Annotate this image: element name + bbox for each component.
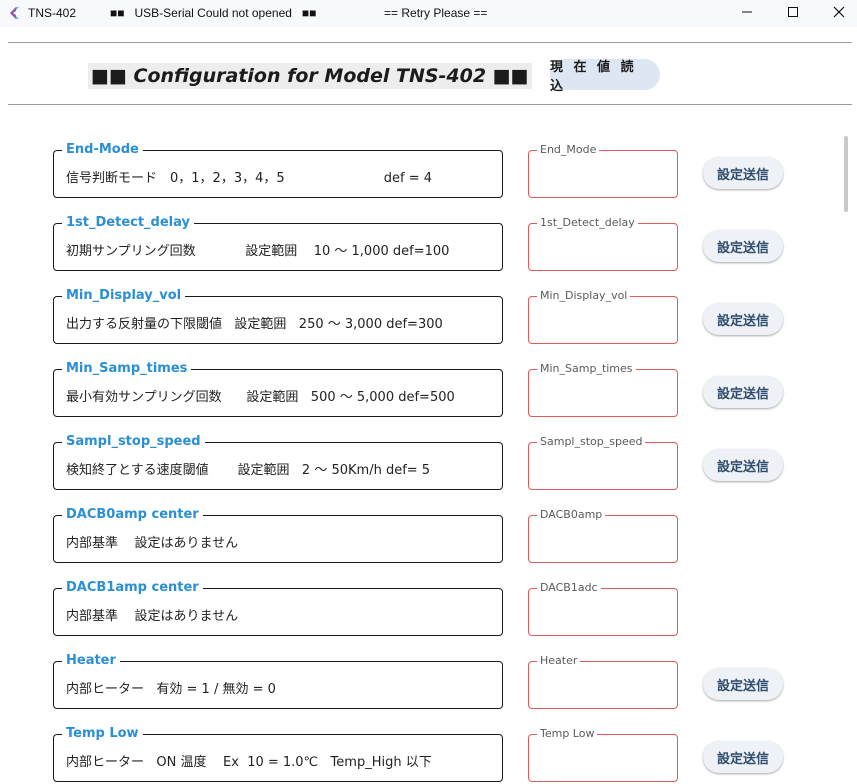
minimize-icon bbox=[741, 6, 753, 21]
parameter-row: End-Mode 信号判断モード 0，1，2，3，4，5 def = 4 End… bbox=[0, 130, 840, 203]
value-input[interactable] bbox=[535, 676, 673, 702]
value-field-label: Heater bbox=[537, 654, 581, 668]
send-setting-button[interactable]: 設定送信 bbox=[703, 376, 783, 408]
parameter-row: Heater 内部ヒーター 有効 = 1 / 無効 = 0 Heater 設定送… bbox=[0, 641, 840, 714]
parameter-title: Min_Samp_times bbox=[62, 361, 192, 377]
value-input[interactable] bbox=[535, 238, 673, 264]
value-field-label: Temp Low bbox=[537, 727, 598, 741]
send-setting-button[interactable]: 設定送信 bbox=[703, 230, 783, 262]
parameter-value-field[interactable]: DACB0amp bbox=[528, 508, 678, 563]
value-input[interactable] bbox=[535, 165, 673, 191]
parameter-description: 初期サンプリング回数 設定範囲 10 〜 1,000 def=100 bbox=[66, 244, 450, 259]
parameter-description: 出力する反射量の下限閾値 設定範囲 250 〜 3,000 def=300 bbox=[66, 317, 443, 332]
parameter-value-field[interactable]: Min_Display_vol bbox=[528, 289, 678, 344]
minimize-button[interactable] bbox=[724, 0, 770, 27]
parameter-info-box: Temp Low 内部ヒーター ON 温度 Ex 10 = 1.0℃ Temp_… bbox=[53, 726, 503, 782]
value-input[interactable] bbox=[535, 384, 673, 410]
parameter-title: Sampl_stop_speed bbox=[62, 434, 205, 450]
parameter-description: 最小有効サンプリング回数 設定範囲 500 〜 5,000 def=500 bbox=[66, 390, 455, 405]
send-setting-button[interactable]: 設定送信 bbox=[703, 741, 783, 773]
window-title: TNS-402 bbox=[28, 6, 77, 20]
parameter-row: Min_Display_vol 出力する反射量の下限閾値 設定範囲 250 〜 … bbox=[0, 276, 840, 349]
value-field-label: DACB1adc bbox=[537, 581, 601, 595]
parameter-title: Heater bbox=[62, 653, 120, 669]
value-field-label: Min_Samp_times bbox=[537, 362, 636, 376]
scrollbar-thumb[interactable] bbox=[844, 136, 848, 212]
maximize-icon bbox=[787, 6, 799, 21]
scrollbar[interactable] bbox=[842, 132, 850, 780]
close-icon bbox=[833, 6, 845, 21]
value-field-label: Min_Display_vol bbox=[537, 289, 631, 303]
parameter-info-box: Sampl_stop_speed 検知終了とする速度閾値 設定範囲 2 〜 50… bbox=[53, 434, 503, 490]
parameter-description: 検知終了とする速度閾値 設定範囲 2 〜 50Km/h def= 5 bbox=[66, 463, 431, 478]
send-setting-button[interactable]: 設定送信 bbox=[703, 449, 783, 481]
parameter-value-field[interactable]: DACB1adc bbox=[528, 581, 678, 636]
parameter-title: End-Mode bbox=[62, 142, 143, 158]
parameter-info-box: Heater 内部ヒーター 有効 = 1 / 無効 = 0 bbox=[53, 653, 503, 709]
value-input[interactable] bbox=[535, 457, 673, 483]
value-input[interactable] bbox=[535, 749, 673, 775]
window-titlebar: TNS-402 ■■ USB-Serial Could not opened ■… bbox=[0, 0, 857, 27]
header-divider-bottom bbox=[8, 104, 852, 105]
header-divider-top bbox=[8, 42, 852, 43]
parameter-info-box: DACB0amp center 内部基準 設定はありません bbox=[53, 507, 503, 563]
read-current-values-button[interactable]: 現 在 値 読 込 bbox=[550, 59, 660, 94]
parameter-row: Sampl_stop_speed 検知終了とする速度閾値 設定範囲 2 〜 50… bbox=[0, 422, 840, 495]
send-setting-button[interactable]: 設定送信 bbox=[703, 668, 783, 700]
parameter-info-box: 1st_Detect_delay 初期サンプリング回数 設定範囲 10 〜 1,… bbox=[53, 215, 503, 271]
parameter-description: 信号判断モード 0，1，2，3，4，5 def = 4 bbox=[66, 171, 433, 186]
parameter-value-field[interactable]: End_Mode bbox=[528, 143, 678, 198]
parameter-description: 内部基準 設定はありません bbox=[66, 609, 239, 624]
parameter-title: Temp Low bbox=[62, 726, 143, 742]
retry-message: == Retry Please == bbox=[384, 6, 488, 20]
send-setting-button[interactable]: 設定送信 bbox=[703, 157, 783, 189]
send-setting-button[interactable]: 設定送信 bbox=[703, 303, 783, 335]
value-field-label: End_Mode bbox=[537, 143, 600, 157]
parameter-description: 内部ヒーター ON 温度 Ex 10 = 1.0℃ Temp_High 以下 bbox=[66, 755, 432, 770]
maximize-button[interactable] bbox=[770, 0, 816, 27]
parameter-info-box: End-Mode 信号判断モード 0，1，2，3，4，5 def = 4 bbox=[53, 142, 503, 198]
parameter-value-field[interactable]: Min_Samp_times bbox=[528, 362, 678, 417]
parameter-info-box: Min_Display_vol 出力する反射量の下限閾値 設定範囲 250 〜 … bbox=[53, 288, 503, 344]
parameter-title: DACB1amp center bbox=[62, 580, 203, 596]
parameter-row: 1st_Detect_delay 初期サンプリング回数 設定範囲 10 〜 1,… bbox=[0, 203, 840, 276]
value-field-label: Sampl_stop_speed bbox=[537, 435, 646, 449]
parameter-title: 1st_Detect_delay bbox=[62, 215, 194, 231]
parameter-value-field[interactable]: Temp Low bbox=[528, 727, 678, 782]
app-logo-icon bbox=[8, 7, 20, 19]
parameter-row: Min_Samp_times 最小有効サンプリング回数 設定範囲 500 〜 5… bbox=[0, 349, 840, 422]
parameter-title: DACB0amp center bbox=[62, 507, 203, 523]
parameter-row: DACB0amp center 内部基準 設定はありません DACB0amp bbox=[0, 495, 840, 568]
parameter-row: Temp Low 内部ヒーター ON 温度 Ex 10 = 1.0℃ Temp_… bbox=[0, 714, 840, 784]
parameter-value-field[interactable]: Sampl_stop_speed bbox=[528, 435, 678, 490]
parameter-title: Min_Display_vol bbox=[62, 288, 186, 304]
value-field-label: DACB0amp bbox=[537, 508, 606, 522]
parameter-description: 内部ヒーター 有効 = 1 / 無効 = 0 bbox=[66, 682, 276, 697]
parameter-description: 内部基準 設定はありません bbox=[66, 536, 239, 551]
value-input[interactable] bbox=[535, 530, 673, 556]
parameter-info-box: Min_Samp_times 最小有効サンプリング回数 設定範囲 500 〜 5… bbox=[53, 361, 503, 417]
parameter-list: End-Mode 信号判断モード 0，1，2，3，4，5 def = 4 End… bbox=[0, 130, 840, 784]
usb-status-message: ■■ USB-Serial Could not opened ■■ bbox=[110, 6, 317, 20]
parameter-value-field[interactable]: Heater bbox=[528, 654, 678, 709]
value-field-label: 1st_Detect_delay bbox=[537, 216, 638, 230]
page-title: ■■ Configuration for Model TNS-402 ■■ bbox=[88, 63, 532, 89]
parameter-info-box: DACB1amp center 内部基準 設定はありません bbox=[53, 580, 503, 636]
parameter-row: DACB1amp center 内部基準 設定はありません DACB1adc bbox=[0, 568, 840, 641]
parameter-value-field[interactable]: 1st_Detect_delay bbox=[528, 216, 678, 271]
value-input[interactable] bbox=[535, 311, 673, 337]
close-button[interactable] bbox=[816, 0, 857, 27]
value-input[interactable] bbox=[535, 603, 673, 629]
